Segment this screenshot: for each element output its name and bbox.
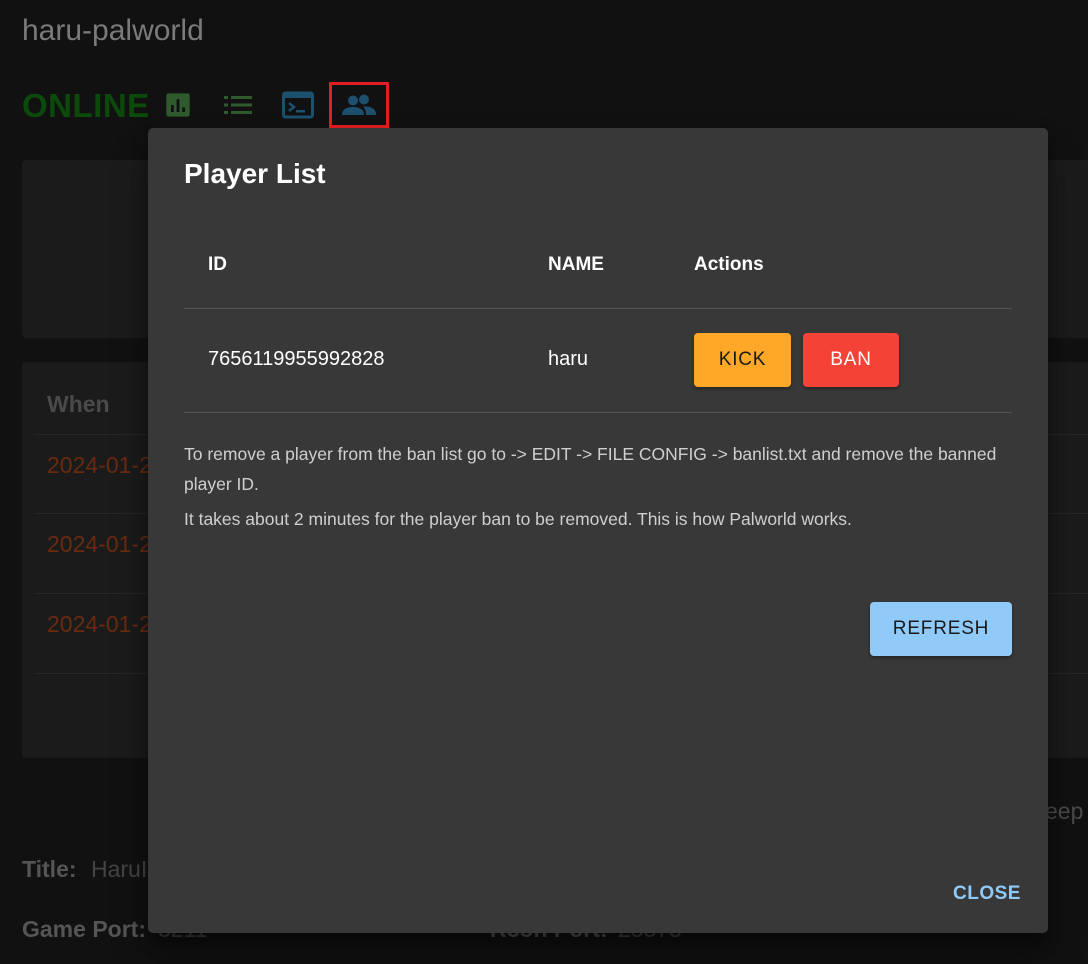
title-label: Title: bbox=[22, 856, 77, 882]
server-title: haru-palworld bbox=[22, 14, 204, 47]
status-online-label: ONLINE bbox=[22, 87, 150, 124]
dialog-title: Player List bbox=[184, 158, 326, 189]
table-divider bbox=[184, 412, 1012, 413]
page: haru-palworld ONLINE When 2024-01-2 2024… bbox=[0, 0, 1088, 964]
player-id: 7656119955992828 bbox=[208, 348, 385, 370]
table-divider bbox=[184, 308, 1012, 309]
column-header-id: ID bbox=[208, 254, 227, 275]
partial-background-text: eep bbox=[1045, 798, 1084, 824]
refresh-button[interactable]: REFRESH bbox=[870, 602, 1012, 656]
stats-icon[interactable] bbox=[158, 86, 198, 124]
log-row-date: 2024-01-2 bbox=[47, 452, 152, 478]
title-value: HaruI bbox=[91, 856, 148, 882]
player-name: haru bbox=[548, 348, 589, 370]
status-row: ONLINE bbox=[22, 84, 150, 128]
column-header-actions: Actions bbox=[694, 254, 764, 275]
player-list-dialog: Player List ID NAME Actions 765611995599… bbox=[148, 128, 1048, 933]
list-icon[interactable] bbox=[218, 86, 258, 124]
console-icon[interactable] bbox=[278, 86, 318, 124]
close-button[interactable]: CLOSE bbox=[942, 876, 1032, 912]
kick-button[interactable]: KICK bbox=[694, 333, 791, 387]
players-icon[interactable] bbox=[329, 82, 389, 128]
log-row-date: 2024-01-2 bbox=[47, 611, 152, 637]
ban-button[interactable]: BAN bbox=[803, 333, 899, 387]
log-row-date: 2024-01-2 bbox=[47, 531, 152, 557]
game-port-label: Game Port: bbox=[22, 916, 146, 942]
ban-timing-note: It takes about 2 minutes for the player … bbox=[184, 509, 852, 529]
column-header-name: NAME bbox=[548, 254, 604, 275]
ban-removal-note: To remove a player from the ban list go … bbox=[184, 444, 997, 494]
log-header-when: When bbox=[47, 391, 110, 417]
